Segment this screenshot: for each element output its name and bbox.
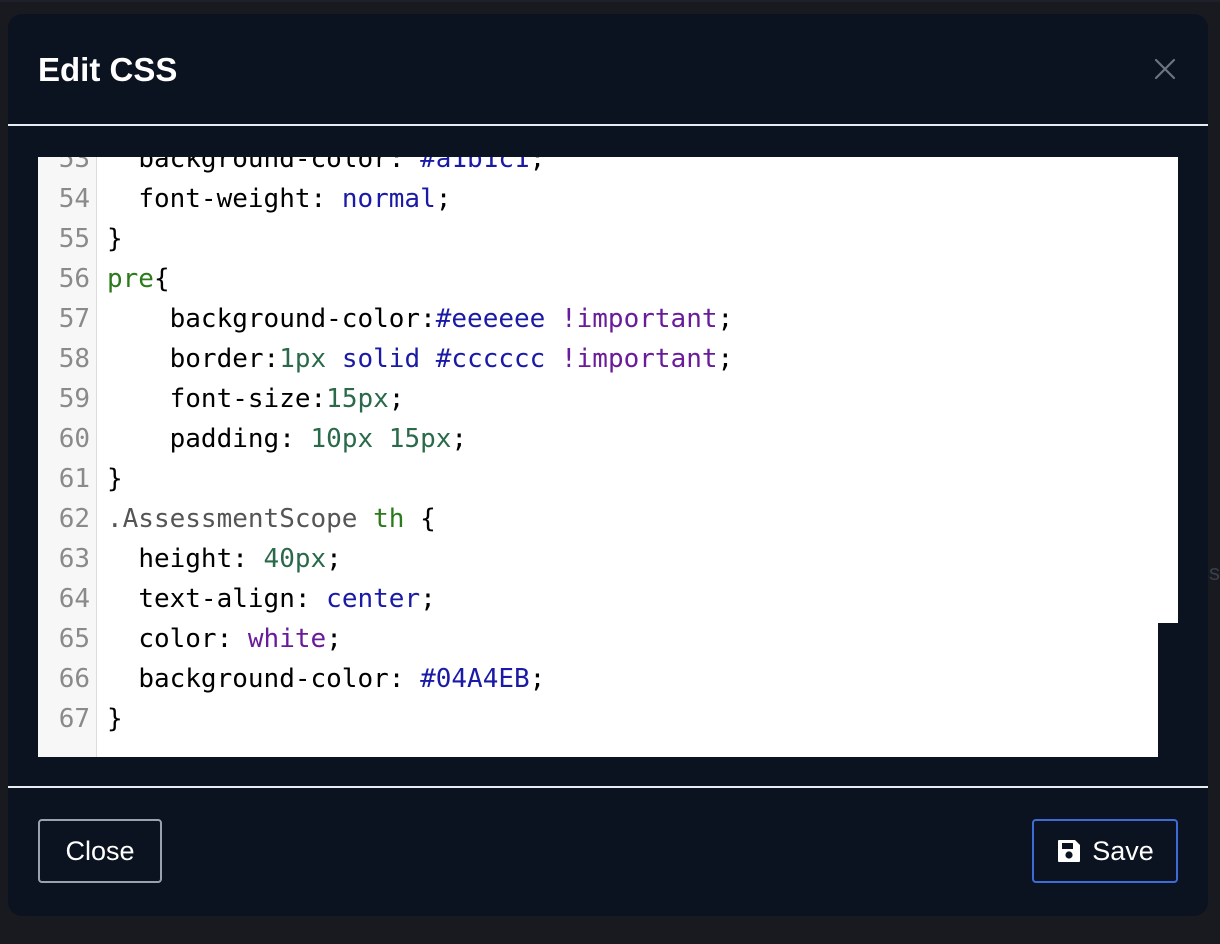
line-number: 58 xyxy=(58,344,90,374)
code-text[interactable]: height: 40px; xyxy=(107,539,342,579)
close-icon[interactable] xyxy=(1154,58,1176,80)
modal-title: Edit CSS xyxy=(38,51,178,88)
code-text[interactable]: border:1px solid #cccccc !important; xyxy=(107,339,734,379)
line-number: 55 xyxy=(58,224,90,254)
line-number: 56 xyxy=(58,264,90,294)
code-text[interactable]: } xyxy=(107,699,123,739)
code-text[interactable]: .AssessmentScope th { xyxy=(107,499,436,539)
code-line[interactable]: 64 text-align: center; xyxy=(38,579,1178,619)
header-divider xyxy=(8,124,1208,126)
code-line[interactable]: 60 padding: 10px 15px; xyxy=(38,419,1178,459)
code-text[interactable]: } xyxy=(107,219,123,259)
code-line[interactable]: 59 font-size:15px; xyxy=(38,379,1178,419)
code-line[interactable]: 63 height: 40px; xyxy=(38,539,1178,579)
line-number: 57 xyxy=(58,304,90,334)
line-number: 67 xyxy=(58,704,90,734)
line-number: 62 xyxy=(58,504,90,534)
code-lines: 53 background-color: #a1b1c1; 54 font-wei… xyxy=(38,157,1178,739)
save-button[interactable]: Save xyxy=(1032,819,1178,883)
code-line[interactable]: 65 color: white; xyxy=(38,619,1178,659)
line-number: 53 xyxy=(58,157,90,174)
code-text[interactable]: text-align: center; xyxy=(107,579,435,619)
line-number: 66 xyxy=(58,664,90,694)
code-line[interactable]: 61} xyxy=(38,459,1178,499)
code-line[interactable]: 54 font-weight: normal; xyxy=(38,179,1178,219)
line-number: 61 xyxy=(58,464,90,494)
code-text[interactable]: background-color:#eeeeee !important; xyxy=(107,299,734,339)
line-number: 63 xyxy=(58,544,90,574)
line-number: 60 xyxy=(58,424,90,454)
footer-divider xyxy=(8,786,1208,788)
code-line[interactable]: 58 border:1px solid #cccccc !important; xyxy=(38,339,1178,379)
line-number: 54 xyxy=(58,184,90,214)
editor-scrollbar-corner xyxy=(1158,623,1178,757)
code-line[interactable]: 53 background-color: #a1b1c1; xyxy=(38,157,1178,179)
code-text[interactable]: font-weight: normal; xyxy=(107,179,451,219)
code-text[interactable]: background-color: #04A4EB; xyxy=(107,659,545,699)
code-text[interactable]: font-size:15px; xyxy=(107,379,405,419)
code-line[interactable]: 67} xyxy=(38,699,1178,739)
modal-header: Edit CSS xyxy=(8,14,1208,125)
css-code-editor[interactable]: 53 background-color: #a1b1c1; 54 font-wei… xyxy=(38,157,1178,757)
code-text[interactable]: background-color: #a1b1c1; xyxy=(107,157,545,179)
edit-css-modal: Edit CSS 53 background-color: #a1b1c1; 54… xyxy=(8,14,1208,916)
code-line[interactable]: 55} xyxy=(38,219,1178,259)
save-button-label: Save xyxy=(1092,835,1154,866)
code-text[interactable]: color: white; xyxy=(107,619,342,659)
code-line[interactable]: 57 background-color:#eeeeee !important; xyxy=(38,299,1178,339)
line-number: 59 xyxy=(58,384,90,414)
line-number: 64 xyxy=(58,584,90,614)
code-text[interactable]: pre{ xyxy=(107,259,170,299)
code-text[interactable]: padding: 10px 15px; xyxy=(107,419,467,459)
floppy-disk-icon xyxy=(1056,838,1082,864)
code-line[interactable]: 56 pre{ xyxy=(38,259,1178,299)
code-line[interactable]: 66 background-color: #04A4EB; xyxy=(38,659,1178,699)
close-button[interactable]: Close xyxy=(38,819,162,883)
line-number: 65 xyxy=(58,624,90,654)
code-line[interactable]: 62 .AssessmentScope th { xyxy=(38,499,1178,539)
code-text[interactable]: } xyxy=(107,459,123,499)
